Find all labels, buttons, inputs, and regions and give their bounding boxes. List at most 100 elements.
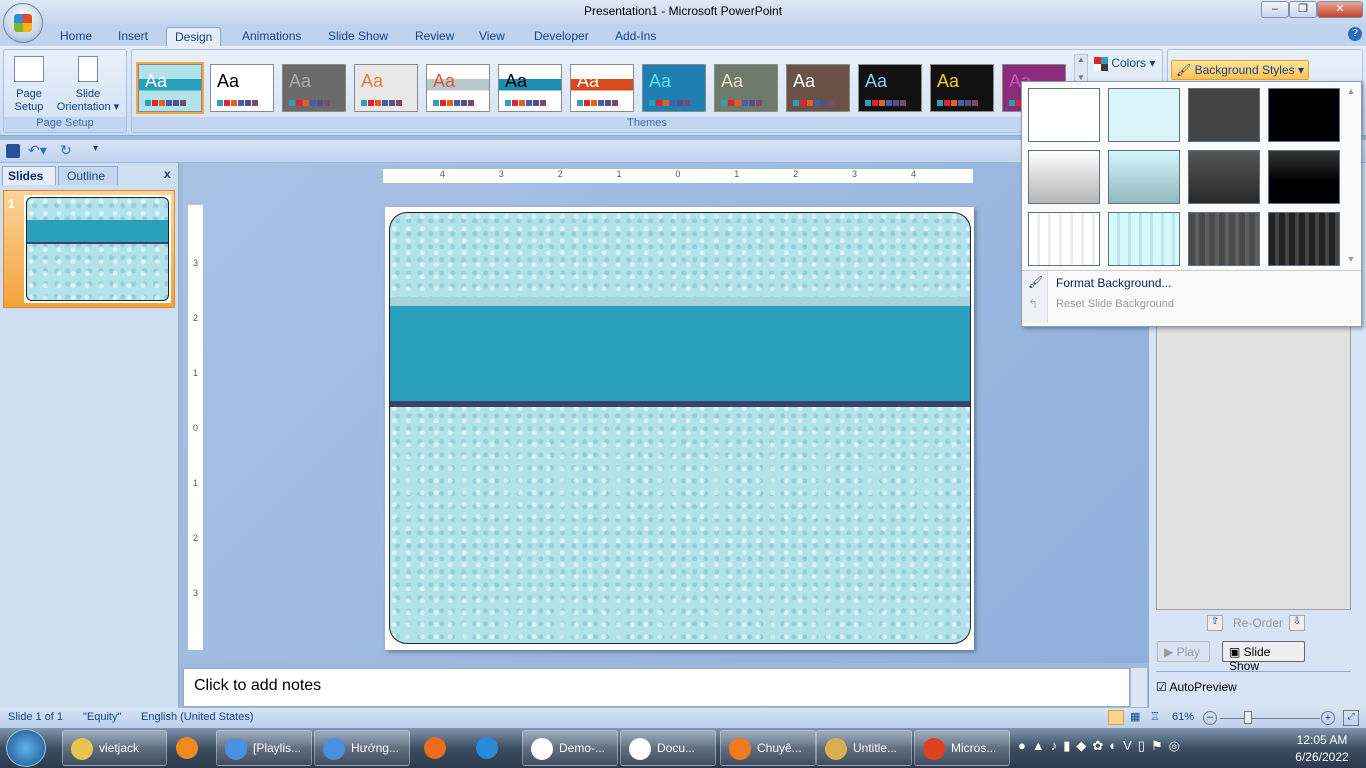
taskbar-item-label: Docu...	[657, 741, 696, 755]
background-style-2[interactable]	[1108, 88, 1180, 142]
zoom-out-icon[interactable]: –	[1203, 711, 1217, 725]
background-style-1[interactable]	[1028, 88, 1100, 142]
background-style-11[interactable]	[1188, 212, 1260, 266]
zoom-slider-thumb[interactable]	[1244, 711, 1252, 724]
taskbar-item[interactable]: Untitle...	[816, 730, 912, 766]
taskbar-item[interactable]: Chuyê...	[720, 730, 816, 766]
move-down-icon[interactable]: ⇩	[1289, 615, 1305, 631]
slide-orientation-button[interactable]: Slide Orientation ▾	[52, 56, 124, 114]
slide-sorter-icon[interactable]: ▦	[1130, 710, 1140, 723]
page-setup-button[interactable]: Page Setup	[10, 56, 48, 114]
reset-background-item[interactable]: Reset Slide Background	[1056, 298, 1174, 310]
slides-pane: Slides Outline x 1	[0, 163, 179, 708]
theme-4[interactable]: Aa	[354, 64, 418, 112]
taskbar-item[interactable]: Docu...	[620, 730, 716, 766]
save-icon[interactable]	[6, 144, 20, 158]
theme-11[interactable]: Aa	[858, 64, 922, 112]
help-icon[interactable]: ?	[1348, 27, 1362, 41]
theme-10[interactable]: Aa	[786, 64, 850, 112]
vertical-ruler[interactable]: 3 2 1 0 1 2 3	[188, 205, 203, 650]
office-button[interactable]	[3, 3, 43, 43]
animation-list[interactable]	[1156, 323, 1351, 610]
slide-show-button[interactable]: ▣ Slide Show	[1222, 641, 1305, 673]
tab-home[interactable]: Home	[52, 27, 100, 47]
taskbar-item[interactable]	[468, 730, 508, 766]
tab-developer[interactable]: Developer	[526, 27, 597, 47]
taskbar-item[interactable]: Micros...	[914, 730, 1010, 766]
taskbar-item[interactable]: Hướng...	[314, 730, 410, 766]
zoom-slider[interactable]	[1220, 718, 1320, 719]
theme-5[interactable]: Aa	[426, 64, 490, 112]
horizontal-ruler[interactable]: 4 3 2 1 0 1 2 3 4	[383, 169, 973, 183]
taskbar-item[interactable]	[168, 730, 204, 766]
clock[interactable]: 12:05 AM 6/26/2022	[1280, 733, 1364, 764]
minimize-button[interactable]: –	[1261, 1, 1289, 18]
theme-sample-text: Aa	[865, 71, 888, 91]
tab-outline[interactable]: Outline	[58, 166, 118, 185]
theme-12[interactable]: Aa	[930, 64, 994, 112]
background-style-7[interactable]	[1188, 150, 1260, 204]
fit-to-window-icon[interactable]: ⤢	[1343, 710, 1359, 726]
theme-8[interactable]: Aa	[642, 64, 706, 112]
redo-icon[interactable]: ↻	[60, 142, 72, 159]
theme-sample-text: Aa	[793, 71, 816, 91]
ruler-label: 3	[192, 587, 198, 598]
format-background-item[interactable]: Format Background...	[1056, 276, 1171, 290]
move-up-icon[interactable]: ⇧	[1207, 615, 1223, 631]
reset-background-icon: ↰	[1028, 297, 1039, 311]
theme-7[interactable]: Aa	[570, 64, 634, 112]
slide-canvas[interactable]	[385, 207, 974, 650]
ruler-label: 2	[192, 532, 198, 543]
system-tray-icons[interactable]: ●▲♪▮◆✿◐V▯⚑◎	[1018, 738, 1186, 754]
background-style-5[interactable]	[1028, 150, 1100, 204]
start-button[interactable]	[6, 729, 46, 767]
tab-insert[interactable]: Insert	[110, 27, 156, 47]
play-button[interactable]: ▶ Play	[1157, 641, 1210, 662]
theme-6[interactable]: Aa	[498, 64, 562, 112]
background-style-9[interactable]	[1028, 212, 1100, 266]
theme-1[interactable]: Aa	[136, 62, 204, 114]
theme-3[interactable]: Aa	[282, 64, 346, 112]
taskbar-item[interactable]: Demo-...	[522, 730, 618, 766]
zoom-in-icon[interactable]: +	[1321, 711, 1335, 725]
close-pane-button[interactable]: x	[164, 167, 171, 181]
slide-show-view-icon[interactable]: ♖	[1150, 710, 1160, 723]
theme-2[interactable]: Aa	[210, 64, 274, 112]
tab-slide-show[interactable]: Slide Show	[320, 27, 396, 47]
language[interactable]: English (United States)	[141, 711, 254, 723]
autopreview-checkbox[interactable]: ☑ AutoPreview	[1156, 680, 1237, 694]
zoom-level[interactable]: 61%	[1172, 711, 1194, 723]
background-style-4[interactable]	[1268, 88, 1340, 142]
ruler-label: 1	[734, 169, 740, 179]
customize-qat-icon[interactable]: ▾	[93, 143, 98, 154]
undo-icon[interactable]: ↶▾	[28, 142, 47, 159]
background-style-3[interactable]	[1188, 88, 1260, 142]
ruler-label: 1	[192, 367, 198, 378]
menu-scrollbar[interactable]: ▲ ▼	[1342, 86, 1360, 266]
background-style-6[interactable]	[1108, 150, 1180, 204]
tab-view[interactable]: View	[471, 27, 513, 47]
taskbar-item[interactable]: [Playlis...	[216, 730, 312, 766]
tab-add-ins[interactable]: Add-Ins	[607, 27, 664, 47]
theme-9[interactable]: Aa	[714, 64, 778, 112]
maximize-button[interactable]: ❐	[1289, 1, 1317, 18]
tab-slides[interactable]: Slides	[2, 166, 56, 185]
taskbar-item[interactable]: vietjack	[62, 730, 167, 766]
normal-view-icon[interactable]	[1108, 710, 1124, 725]
slide-thumbnail-1[interactable]: 1	[3, 190, 175, 308]
app-icon	[71, 738, 93, 760]
ruler-label: 1	[192, 477, 198, 488]
tab-design[interactable]: Design	[166, 27, 222, 47]
notes-scrollbar[interactable]	[1131, 668, 1147, 707]
close-button[interactable]: ✕	[1317, 1, 1363, 18]
tab-review[interactable]: Review	[407, 27, 462, 47]
tab-animations[interactable]: Animations	[234, 27, 309, 47]
theme-name[interactable]: "Equity"	[83, 711, 121, 723]
colors-button[interactable]: Colors ▾	[1094, 56, 1155, 71]
background-styles-button[interactable]: 🖌 Background Styles ▾	[1171, 60, 1309, 80]
background-style-8[interactable]	[1268, 150, 1340, 204]
background-style-12[interactable]	[1268, 212, 1340, 266]
notes-pane[interactable]: Click to add notes	[183, 668, 1130, 707]
background-style-10[interactable]	[1108, 212, 1180, 266]
taskbar-item[interactable]	[416, 730, 456, 766]
